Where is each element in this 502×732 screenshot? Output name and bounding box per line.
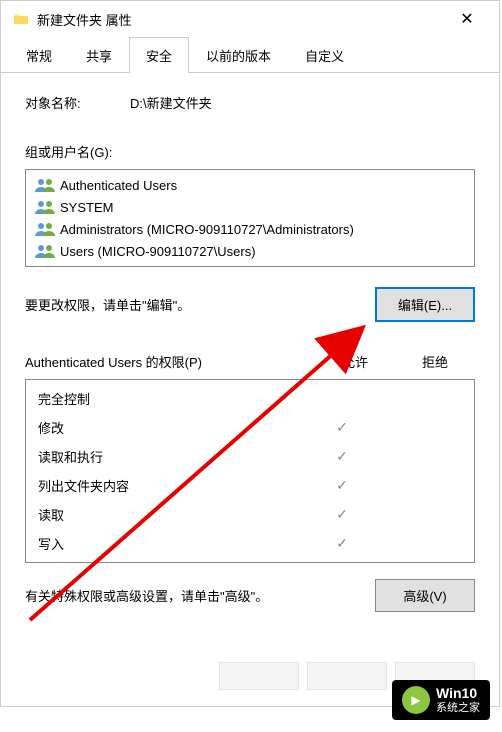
users-icon [34, 177, 56, 193]
content-area: 对象名称: D:\新建文件夹 组或用户名(G): Authenticated U… [1, 73, 499, 662]
watermark: Win10 系统之家 [392, 680, 490, 720]
users-icon [34, 221, 56, 237]
allow-column-header: 允许 [315, 352, 395, 371]
perm-name: 完全控制 [38, 389, 302, 408]
titlebar: 新建文件夹 属性 ✕ [1, 1, 499, 37]
perm-name: 读取和执行 [38, 447, 302, 466]
perm-allow [302, 535, 382, 552]
group-item[interactable]: Administrators (MICRO-909110727\Administ… [26, 218, 474, 240]
properties-dialog: 新建文件夹 属性 ✕ 常规 共享 安全 以前的版本 自定义 对象名称: D:\新… [0, 0, 500, 707]
group-name: Administrators (MICRO-909110727\Administ… [60, 222, 354, 237]
perm-name: 读取 [38, 505, 302, 524]
permissions-user-label: Authenticated Users 的权限(P) [25, 352, 315, 371]
perm-row: 读取 [26, 500, 474, 529]
permissions-header: Authenticated Users 的权限(P) 允许 拒绝 [25, 352, 475, 371]
perm-row: 写入 [26, 529, 474, 558]
advanced-label: 有关特殊权限或高级设置，请单击"高级"。 [25, 586, 268, 605]
group-item[interactable]: Authenticated Users [26, 174, 474, 196]
users-icon [34, 199, 56, 215]
edit-button[interactable]: 编辑(E)... [375, 287, 475, 322]
watermark-logo-icon [402, 686, 430, 714]
folder-icon [13, 11, 29, 27]
edit-label: 要更改权限，请单击"编辑"。 [25, 295, 190, 314]
object-label: 对象名称: [25, 93, 130, 112]
tab-customize[interactable]: 自定义 [288, 37, 361, 73]
cancel-button[interactable] [307, 662, 387, 690]
group-name: Users (MICRO-909110727\Users) [60, 244, 256, 259]
perm-allow [302, 448, 382, 465]
groups-list[interactable]: Authenticated Users SYSTEM Administrator… [25, 169, 475, 267]
perm-allow [302, 419, 382, 436]
perm-name: 列出文件夹内容 [38, 476, 302, 495]
perm-row: 读取和执行 [26, 442, 474, 471]
watermark-line1: Win10 [436, 686, 480, 701]
tab-previous-versions[interactable]: 以前的版本 [189, 37, 288, 73]
group-item[interactable]: SYSTEM [26, 196, 474, 218]
perm-row: 完全控制 [26, 384, 474, 413]
group-name: SYSTEM [60, 200, 113, 215]
perm-allow [302, 506, 382, 523]
watermark-text: Win10 系统之家 [436, 686, 480, 713]
users-icon [34, 243, 56, 259]
deny-column-header: 拒绝 [395, 352, 475, 371]
advanced-row: 有关特殊权限或高级设置，请单击"高级"。 高级(V) [25, 579, 475, 612]
groups-label: 组或用户名(G): [25, 142, 475, 161]
tab-sharing[interactable]: 共享 [69, 37, 129, 73]
tab-bar: 常规 共享 安全 以前的版本 自定义 [1, 37, 499, 73]
permissions-list: 完全控制 修改 读取和执行 列出文件夹内容 读取 [25, 379, 475, 563]
window-title: 新建文件夹 属性 [37, 10, 447, 29]
perm-allow [302, 477, 382, 494]
group-name: Authenticated Users [60, 178, 177, 193]
object-row: 对象名称: D:\新建文件夹 [25, 93, 475, 112]
perm-name: 写入 [38, 534, 302, 553]
perm-row: 列出文件夹内容 [26, 471, 474, 500]
watermark-line2: 系统之家 [436, 702, 480, 714]
object-value: D:\新建文件夹 [130, 93, 212, 112]
ok-button[interactable] [219, 662, 299, 690]
close-button[interactable]: ✕ [447, 5, 487, 33]
tab-security[interactable]: 安全 [129, 37, 189, 73]
advanced-button[interactable]: 高级(V) [375, 579, 475, 612]
edit-row: 要更改权限，请单击"编辑"。 编辑(E)... [25, 287, 475, 322]
group-item[interactable]: Users (MICRO-909110727\Users) [26, 240, 474, 262]
tab-general[interactable]: 常规 [9, 37, 69, 73]
perm-row: 修改 [26, 413, 474, 442]
perm-name: 修改 [38, 418, 302, 437]
